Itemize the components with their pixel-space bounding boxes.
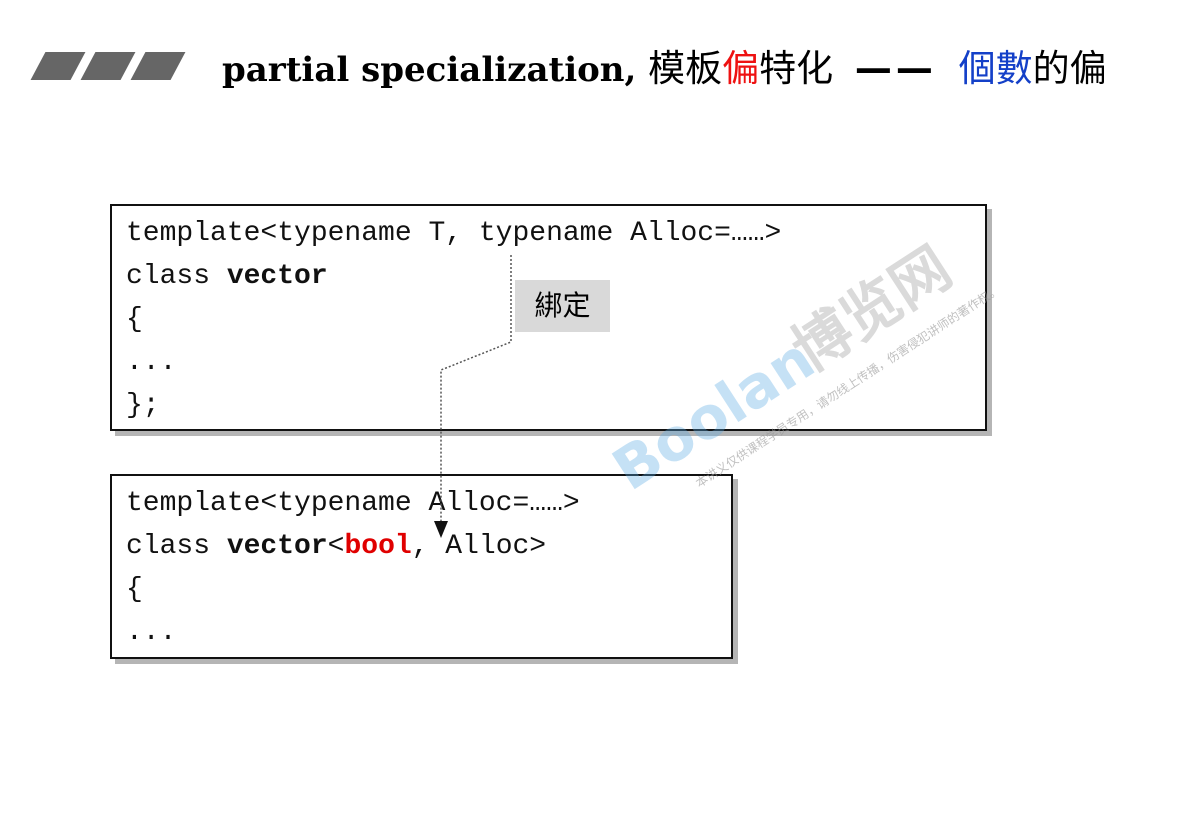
- binding-connector: [434, 255, 512, 538]
- binding-label: 綁定: [515, 280, 610, 332]
- arrow-head-icon: [434, 521, 448, 538]
- dotted-arrow-path: [440, 255, 512, 528]
